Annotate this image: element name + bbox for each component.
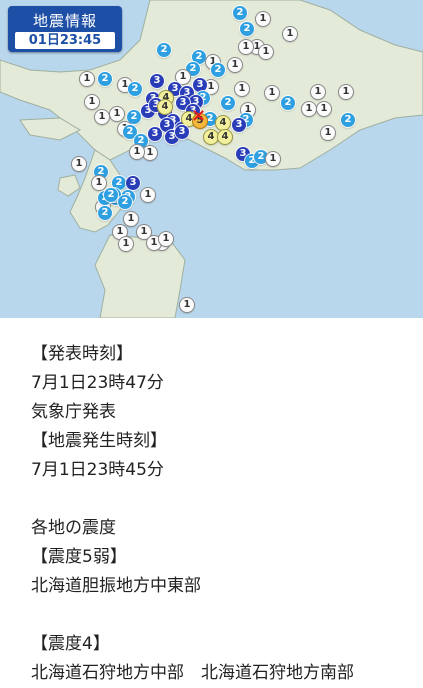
intensity-marker: 2 <box>98 206 112 220</box>
intensity-marker: 2 <box>341 113 355 127</box>
intensity-marker: 1 <box>321 126 335 140</box>
intensity-marker: 1 <box>228 58 242 72</box>
report-line: 気象庁発表 <box>31 402 116 422</box>
intensity-marker: 2 <box>127 110 141 124</box>
intensity-marker: 1 <box>265 86 279 100</box>
intensity-marker: 1 <box>119 237 133 251</box>
report-line: 各地の震度 <box>31 518 116 538</box>
intensity-marker: 1 <box>130 145 144 159</box>
intensity-marker: 1 <box>180 298 194 312</box>
bulletin-title: 地震情報 <box>32 12 97 30</box>
intensity-marker: 2 <box>98 72 112 86</box>
bulletin-time: 01日23:45 <box>15 32 115 49</box>
intensity-marker: 1 <box>259 45 273 59</box>
intensity-marker: 1 <box>141 188 155 202</box>
intensity-marker: 1 <box>256 12 270 26</box>
intensity-marker: 2 <box>233 6 247 20</box>
intensity-marker: 1 <box>235 82 249 96</box>
report-line: 北海道石狩地方中部 北海道石狩地方南部 <box>31 663 354 683</box>
intensity-marker: 1 <box>85 95 99 109</box>
intensity-marker: 1 <box>159 232 173 246</box>
intensity-marker: 2 <box>157 43 171 57</box>
intensity-marker: 4 <box>158 100 172 114</box>
intensity-marker: 1 <box>311 85 325 99</box>
intensity-marker: 2 <box>240 22 254 36</box>
intensity-marker: 1 <box>92 176 106 190</box>
intensity-marker: 2 <box>118 195 132 209</box>
intensity-marker: 4 <box>204 130 218 144</box>
bulletin-header: 地震情報 01日23:45 <box>8 6 122 52</box>
report-line: 【地震発生時刻】 <box>31 431 167 451</box>
intensity-marker: 1 <box>124 212 138 226</box>
intensity-marker: 2 <box>104 188 118 202</box>
intensity-marker: 2 <box>281 96 295 110</box>
intensity-marker: 3 <box>175 125 189 139</box>
intensity-marker: 1 <box>266 152 280 166</box>
intensity-marker: 2 <box>221 96 235 110</box>
intensity-marker: 1 <box>339 85 353 99</box>
intensity-marker: 2 <box>128 82 142 96</box>
intensity-marker: 1 <box>110 107 124 121</box>
intensity-marker: 1 <box>143 146 157 160</box>
intensity-marker: 1 <box>95 110 109 124</box>
intensity-marker: 3 <box>193 78 207 92</box>
intensity-marker: 1 <box>283 27 297 41</box>
report-line: 【震度5弱】 <box>31 547 127 567</box>
intensity-marker: 1 <box>317 102 331 116</box>
intensity-marker: 1 <box>239 40 253 54</box>
report-line: 北海道胆振地方中東部 <box>31 576 201 596</box>
intensity-marker: 1 <box>72 157 86 171</box>
intensity-marker: 2 <box>211 63 225 77</box>
intensity-marker: 1 <box>302 102 316 116</box>
intensity-marker: 3 <box>150 74 164 88</box>
intensity-marker: 4 <box>218 130 232 144</box>
report-line <box>31 601 423 630</box>
intensity-marker: 3 <box>148 127 162 141</box>
report-line: 【震度4】 <box>31 634 110 654</box>
report-line <box>31 485 423 514</box>
intensity-marker: 4 <box>216 116 230 130</box>
earthquake-map: 地震情報 01日23:45 21211211211221121332133233… <box>0 0 423 318</box>
report-line: 【発表時刻】 <box>31 344 133 364</box>
intensity-marker: 1 <box>80 72 94 86</box>
report-text: 【発表時刻】 7月1日23時47分 気象庁発表【地震発生時刻】 7月1日23時45分各… <box>0 318 423 688</box>
report-line: 7月1日23時47分 <box>31 373 164 393</box>
intensity-marker: 3 <box>126 176 140 190</box>
intensity-marker: 3 <box>232 118 246 132</box>
x-mark-icon: × <box>191 105 207 126</box>
report-line: 7月1日23時45分 <box>31 460 164 480</box>
